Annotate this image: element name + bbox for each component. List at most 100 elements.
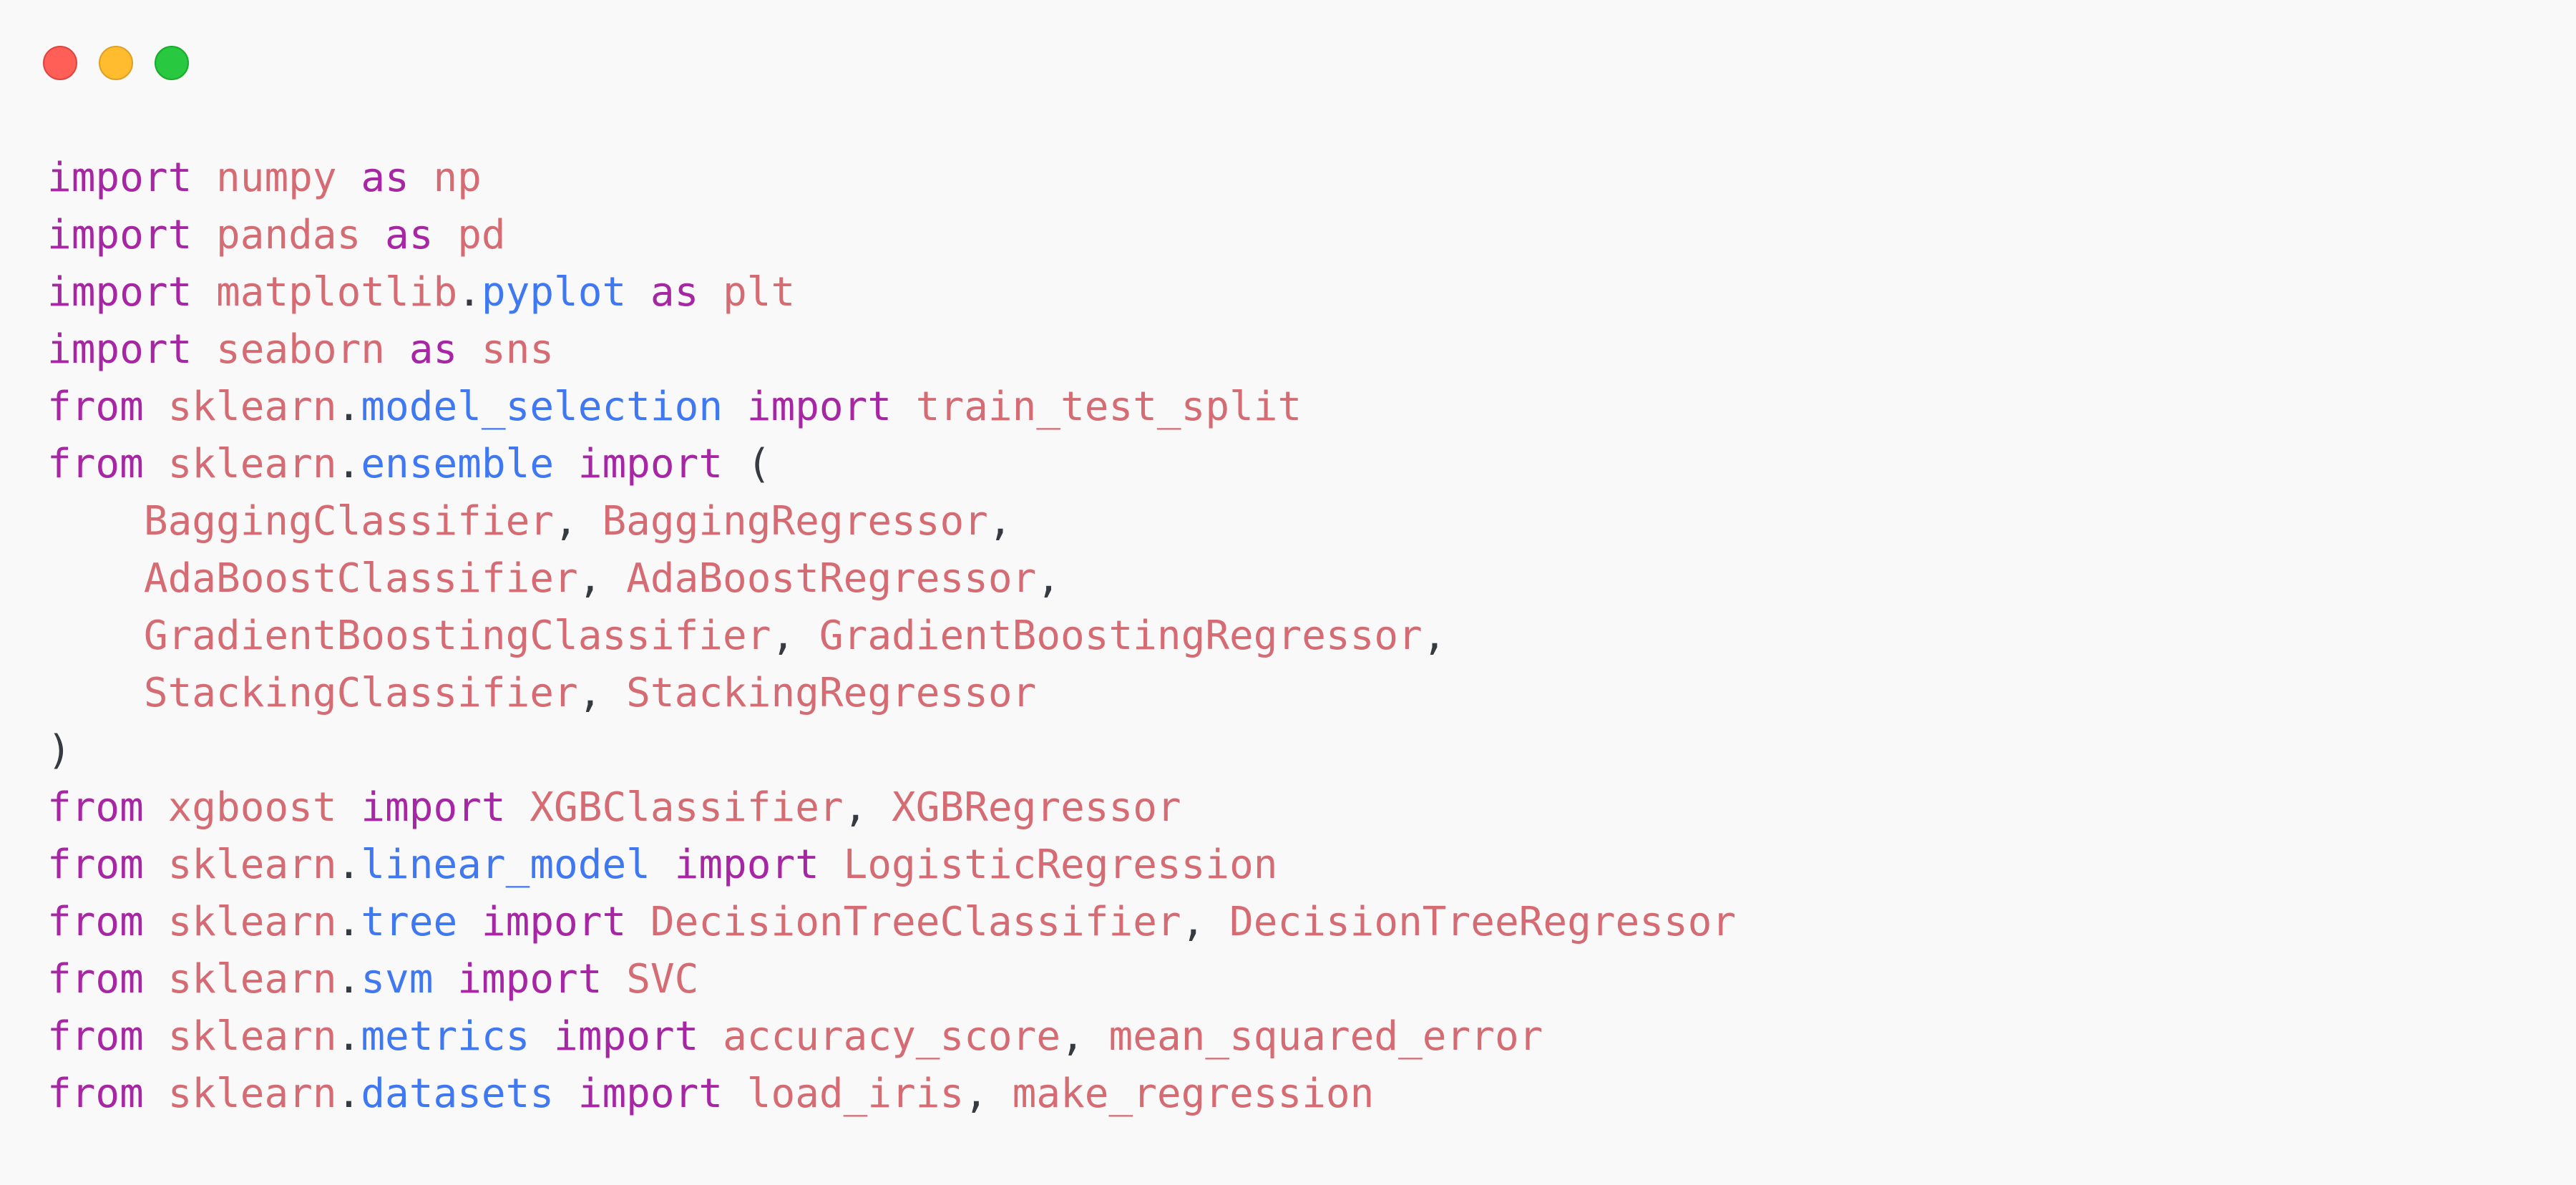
- code-token: from: [47, 842, 144, 888]
- code-token: matplotlib: [216, 269, 458, 316]
- code-token: np: [433, 155, 482, 201]
- window-controls: [43, 46, 189, 80]
- code-token: import: [577, 441, 723, 487]
- code-token: (: [723, 441, 771, 487]
- code-token: import: [674, 842, 819, 888]
- code-token: train_test_split: [915, 384, 1302, 430]
- code-window: import numpy as np import pandas as pd imp…: [0, 0, 2576, 1185]
- code-token: numpy: [216, 155, 337, 201]
- code-token: ,: [577, 670, 627, 716]
- code-token: import: [47, 269, 192, 316]
- code-token: ,: [843, 784, 892, 831]
- code-token: sklearn: [167, 899, 337, 945]
- code-line: GradientBoostingClassifier, GradientBoos…: [47, 608, 1736, 665]
- code-line: import pandas as pd: [47, 207, 1736, 264]
- code-token: mean_squared_error: [1108, 1013, 1543, 1060]
- code-token: xgboost: [167, 784, 337, 831]
- zoom-button[interactable]: [155, 46, 189, 80]
- code-token: pd: [457, 212, 506, 258]
- code-line: import matplotlib.pyplot as plt: [47, 264, 1736, 321]
- code-token: pandas: [216, 212, 361, 258]
- code-token: GradientBoostingRegressor: [819, 613, 1423, 659]
- code-token: pyplot: [481, 269, 627, 316]
- close-button[interactable]: [43, 46, 77, 80]
- code-token: ,: [1060, 1013, 1109, 1060]
- code-token: ,: [987, 498, 1013, 545]
- code-token: from: [47, 1013, 144, 1060]
- code-token: GradientBoostingClassifier: [143, 613, 771, 659]
- code-token: .: [336, 384, 361, 430]
- code-token: accuracy_score: [723, 1013, 1061, 1060]
- code-token: sklearn: [167, 384, 337, 430]
- code-token: from: [47, 956, 144, 1003]
- code-token: BaggingRegressor: [602, 498, 988, 545]
- code-token: from: [47, 384, 144, 430]
- code-token: ensemble: [361, 441, 555, 487]
- code-token: from: [47, 441, 144, 487]
- code-token: ,: [1181, 899, 1230, 945]
- code-token: sns: [481, 326, 555, 373]
- code-token: from: [47, 784, 144, 831]
- code-token: load_iris: [746, 1071, 965, 1117]
- code-token: from: [47, 1071, 144, 1117]
- code-token: ,: [554, 498, 602, 545]
- code-token: sklearn: [167, 956, 337, 1003]
- code-line: from sklearn.tree import DecisionTreeCla…: [47, 894, 1736, 951]
- code-line: from sklearn.svm import SVC: [47, 951, 1736, 1008]
- code-token: import: [47, 326, 192, 373]
- code-line: StackingClassifier, StackingRegressor: [47, 665, 1736, 722]
- code-line: from sklearn.metrics import accuracy_sco…: [47, 1008, 1736, 1065]
- code-token: ,: [577, 555, 627, 602]
- code-line: import seaborn as sns: [47, 321, 1736, 379]
- code-token: sklearn: [167, 441, 337, 487]
- code-token: XGBRegressor: [892, 784, 1181, 831]
- code-token: AdaBoostClassifier: [143, 555, 578, 602]
- code-token: seaborn: [216, 326, 386, 373]
- code-token: as: [361, 155, 409, 201]
- code-line: from xgboost import XGBClassifier, XGBRe…: [47, 779, 1736, 837]
- minimize-button[interactable]: [99, 46, 133, 80]
- code-block[interactable]: import numpy as np import pandas as pd imp…: [47, 150, 1736, 1123]
- code-token: ,: [771, 613, 819, 659]
- code-token: .: [336, 1013, 361, 1060]
- code-token: as: [409, 326, 458, 373]
- code-token: DecisionTreeClassifier: [650, 899, 1181, 945]
- code-token: datasets: [361, 1071, 555, 1117]
- code-token: .: [336, 842, 361, 888]
- code-token: ,: [1422, 613, 1447, 659]
- code-line: from sklearn.ensemble import (: [47, 436, 1736, 493]
- code-token: import: [457, 956, 602, 1003]
- code-token: tree: [361, 899, 458, 945]
- code-token: .: [336, 1071, 361, 1117]
- code-token: AdaBoostRegressor: [626, 555, 1037, 602]
- code-token: ,: [964, 1071, 1013, 1117]
- code-token: .: [336, 441, 361, 487]
- code-token: import: [554, 1013, 699, 1060]
- code-token: SVC: [626, 956, 699, 1003]
- code-token: sklearn: [167, 842, 337, 888]
- code-token: BaggingClassifier: [143, 498, 555, 545]
- code-token: import: [577, 1071, 723, 1117]
- code-token: metrics: [361, 1013, 530, 1060]
- code-token: sklearn: [167, 1071, 337, 1117]
- code-token: svm: [361, 956, 434, 1003]
